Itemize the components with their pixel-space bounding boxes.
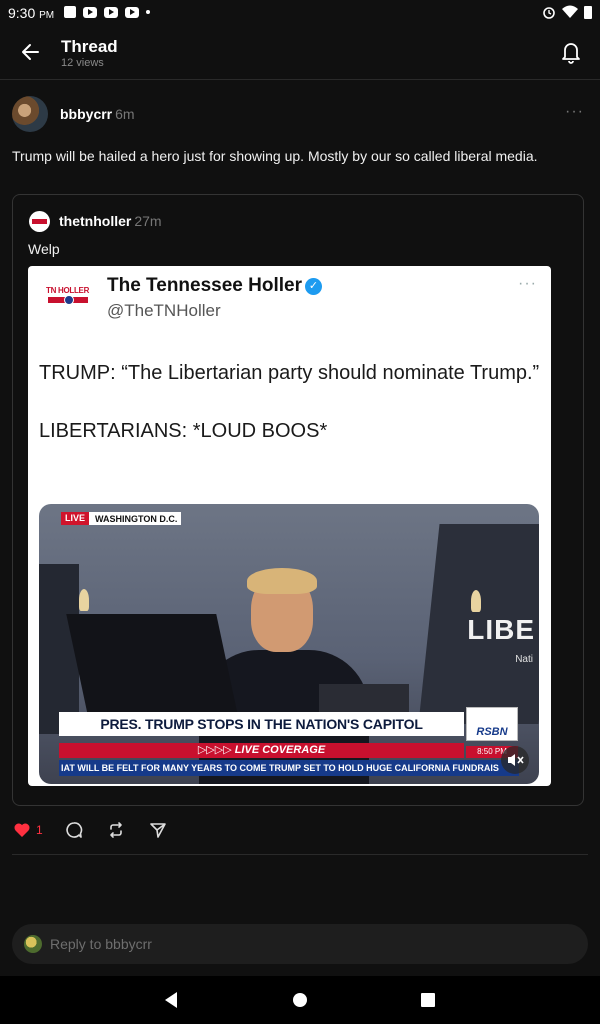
speaker-muted-icon xyxy=(508,754,524,766)
tweet-line-2: LIBERTARIANS: *LOUD BOOS* xyxy=(39,420,328,442)
video-thumbnail: LIBE Nati LIVE WASHINGTON D.C. PRES. TRUM… xyxy=(39,504,539,784)
nav-back-button[interactable] xyxy=(160,988,184,1012)
tn-holler-logo: TN HOLLER xyxy=(46,284,94,314)
tweet-body: TRUMP: “The Libertarian party should nom… xyxy=(39,358,544,474)
square-recents-icon xyxy=(421,993,435,1007)
notification-icons xyxy=(64,6,150,18)
alarm-icon xyxy=(543,7,555,19)
news-ticker: IAT WILL BE FELT FOR MANY YEARS TO COME … xyxy=(59,760,519,776)
quoted-text: Welp xyxy=(28,241,60,257)
back-button[interactable] xyxy=(18,39,44,65)
circle-home-icon xyxy=(293,993,307,1007)
quoted-author[interactable]: thetnholler 27m xyxy=(59,213,162,229)
quoted-post[interactable]: thetnholler 27m Welp TN HOLLER The Tennes… xyxy=(12,194,584,806)
send-icon xyxy=(150,823,166,838)
system-icons xyxy=(542,5,592,19)
network-logo: RSBN xyxy=(466,707,518,741)
youtube-icon xyxy=(83,6,97,18)
live-tag: LIVE xyxy=(61,512,90,525)
tweet-screenshot-image: TN HOLLER The Tennessee Holler ✓ @TheTNHo… xyxy=(28,266,551,786)
avatar[interactable] xyxy=(12,96,48,132)
backdrop-subtext: Nati xyxy=(515,654,533,665)
status-time: 9:30 PM xyxy=(8,5,55,21)
live-coverage-bar: ▷▷▷▷ LIVE COVERAGE xyxy=(59,743,464,758)
post-text: Trump will be hailed a hero just for sho… xyxy=(12,148,538,164)
logo-text: TN HOLLER xyxy=(46,286,90,295)
share-button[interactable] xyxy=(148,818,168,842)
more-options-icon[interactable]: ··· xyxy=(565,103,584,121)
like-count: 1 xyxy=(36,823,43,837)
nav-recents-button[interactable] xyxy=(416,988,440,1012)
triangle-back-icon xyxy=(165,992,177,1008)
bell-icon xyxy=(562,43,580,64)
notifications-button[interactable] xyxy=(558,39,584,65)
arrow-left-icon xyxy=(22,44,39,60)
thread-header: Thread 12 views xyxy=(0,26,600,80)
nav-home-button[interactable] xyxy=(288,988,312,1012)
mute-button[interactable] xyxy=(501,746,529,774)
post-author[interactable]: bbbycrr 6m xyxy=(60,106,135,122)
like-button[interactable]: 1 xyxy=(12,818,43,842)
user-avatar xyxy=(24,935,42,953)
quoted-time: 27m xyxy=(134,213,162,229)
page-title: Thread xyxy=(61,37,118,56)
news-headline: PRES. TRUMP STOPS IN THE NATION'S CAPITO… xyxy=(59,712,464,736)
divider xyxy=(12,854,588,855)
quoted-avatar[interactable] xyxy=(29,211,50,232)
wifi-icon xyxy=(562,5,578,18)
post-time: 6m xyxy=(115,106,135,122)
youtube-icon xyxy=(104,6,118,18)
verified-badge-icon: ✓ xyxy=(305,278,322,295)
facebook-icon xyxy=(64,6,76,18)
repost-button[interactable] xyxy=(106,818,126,842)
live-banner: LIVE WASHINGTON D.C. xyxy=(61,512,182,525)
tweet-more-icon: ··· xyxy=(518,275,537,292)
more-notifications-icon xyxy=(146,10,150,14)
youtube-icon xyxy=(125,6,139,18)
tweet-display-name: The Tennessee Holler ✓ xyxy=(107,275,322,297)
live-location: WASHINGTON D.C. xyxy=(95,513,178,524)
reply-placeholder: Reply to bbbycrr xyxy=(50,936,152,952)
torch-icon xyxy=(79,589,89,611)
torch-icon xyxy=(471,590,481,612)
system-navigation-bar xyxy=(0,976,600,1024)
comment-icon xyxy=(66,822,83,838)
reply-button[interactable] xyxy=(64,818,84,842)
repost-icon xyxy=(110,822,122,838)
backdrop-text: LIBE xyxy=(467,614,535,645)
status-bar: 9:30 PM xyxy=(0,0,600,26)
reply-input[interactable]: Reply to bbbycrr xyxy=(12,924,588,964)
view-count: 12 views xyxy=(61,57,104,69)
tweet-handle: @TheTNHoller xyxy=(107,301,221,320)
tweet-line-1: TRUMP: “The Libertarian party should nom… xyxy=(39,362,540,384)
heart-icon xyxy=(14,823,30,837)
battery-icon xyxy=(584,6,592,19)
